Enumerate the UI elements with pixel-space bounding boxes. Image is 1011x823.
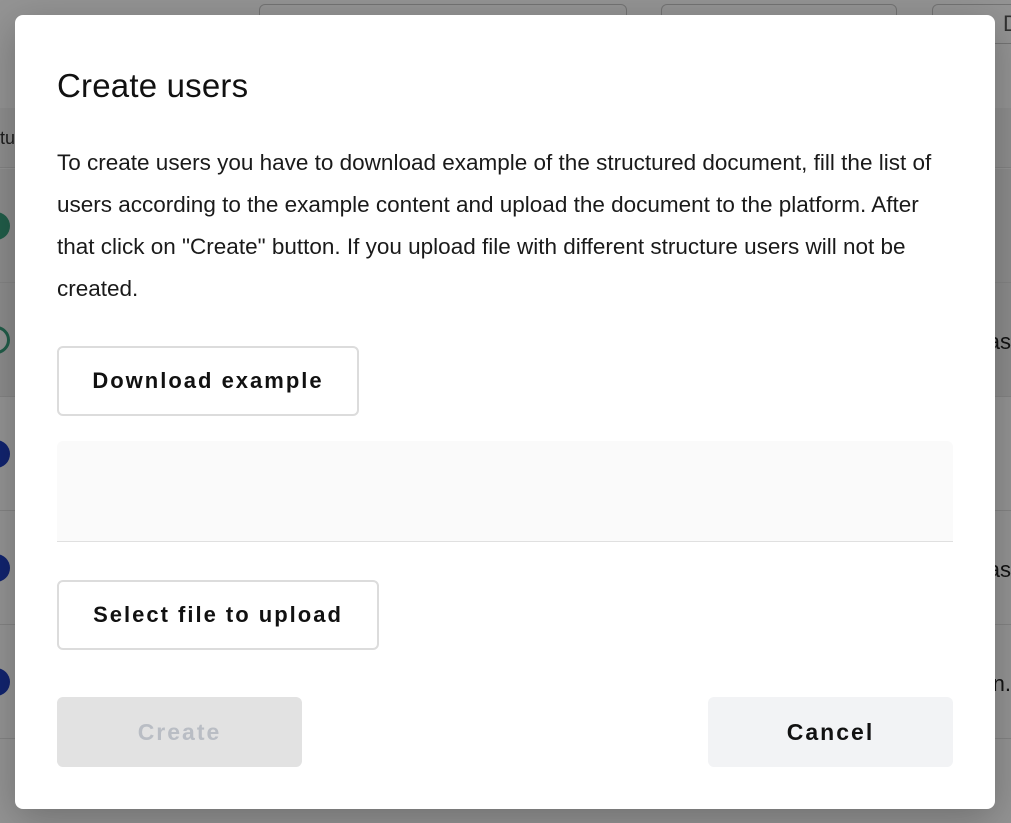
download-example-button[interactable]: Download example — [57, 346, 359, 416]
select-file-button[interactable]: Select file to upload — [57, 580, 379, 650]
dialog-description: To create users you have to download exa… — [57, 150, 932, 301]
create-users-dialog: Create users To create users you have to… — [15, 15, 995, 809]
dialog-title: Create users — [57, 67, 249, 104]
file-dropzone[interactable] — [57, 441, 953, 542]
cancel-button[interactable]: Cancel — [708, 697, 953, 767]
create-button[interactable]: Create — [57, 697, 302, 767]
